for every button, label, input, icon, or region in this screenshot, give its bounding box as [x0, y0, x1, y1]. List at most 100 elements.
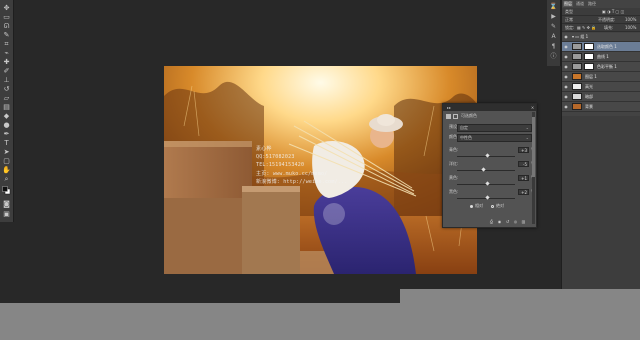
preset-select[interactable]: 自定 ⌄ — [457, 124, 532, 132]
eye-icon[interactable]: ◉ — [563, 82, 569, 91]
trash-icon[interactable]: ▥ — [521, 219, 526, 224]
layer-row[interactable]: ◉ 背景 — [562, 102, 640, 112]
layer-mask-thumb[interactable] — [584, 43, 594, 50]
visibility-icon[interactable]: ◎ — [513, 219, 518, 224]
eraser-tool-icon[interactable]: ▱ — [2, 94, 11, 102]
slider-value-field[interactable]: +1 — [518, 175, 529, 181]
actions-panel-icon[interactable]: ▶ — [549, 13, 558, 21]
crop-tool-icon[interactable]: ⌗ — [2, 40, 11, 48]
kind-filter[interactable]: 类型 — [565, 8, 573, 15]
layer-name: 图层 1 — [585, 74, 597, 79]
marquee-tool-icon[interactable]: ▭ — [2, 13, 11, 21]
clip-to-layer-icon[interactable]: ⎙ — [489, 219, 494, 224]
lock-bar: 锁定: ▦ ✎ ✥ 🔒 填充: 100% — [562, 24, 640, 32]
slider-handle[interactable] — [481, 167, 486, 172]
blend-mode-select[interactable]: 正常 — [565, 16, 573, 23]
eyedropper-tool-icon[interactable]: ⌁ — [2, 49, 11, 57]
layer-row[interactable]: ◉ 图层 1 — [562, 72, 640, 82]
close-icon[interactable]: × — [530, 105, 535, 110]
character-panel-icon[interactable]: A — [549, 33, 558, 41]
slider-track[interactable] — [457, 167, 515, 172]
tab-layers-0[interactable]: 图层 — [563, 1, 573, 7]
layer-name: 暗部 — [585, 94, 593, 99]
dialog-titlebar[interactable]: ▸▸ × — [443, 104, 536, 111]
panel-dock-empty — [561, 116, 640, 289]
eye-icon[interactable]: ◉ — [563, 62, 569, 71]
gradient-tool-icon[interactable]: ▤ — [2, 103, 11, 111]
layers-filter-bar[interactable]: 类型 ▣ ◑ T ▢ ◫ — [562, 8, 640, 16]
eye-icon[interactable]: ◉ — [563, 33, 569, 42]
brush-panel-icon[interactable]: ✎ — [549, 23, 558, 31]
slider-value-field[interactable]: +3 — [518, 147, 529, 153]
absolute-radio[interactable] — [491, 205, 494, 208]
screen-mode-icon[interactable]: ▣ — [2, 210, 11, 218]
tab-layers-2[interactable]: 路径 — [587, 1, 597, 7]
eye-icon[interactable]: ◉ — [563, 42, 569, 51]
relative-radio[interactable] — [470, 205, 473, 208]
view-previous-icon[interactable]: ◉ — [497, 219, 502, 224]
eye-icon[interactable]: ◉ — [563, 92, 569, 101]
layer-row[interactable]: ◉ 选取颜色 1 — [562, 42, 640, 52]
layer-row[interactable]: ◉ 高光 — [562, 82, 640, 92]
slider-value-field[interactable]: +2 — [518, 189, 529, 195]
dialog-scrollbar[interactable] — [532, 112, 535, 224]
fill-value[interactable]: 100% — [625, 24, 636, 31]
scroll-thumb[interactable] — [532, 117, 535, 177]
reset-icon[interactable]: ↺ — [505, 219, 510, 224]
slider-track[interactable] — [457, 181, 515, 186]
slider-handle[interactable] — [485, 181, 490, 186]
quick-select-tool-icon[interactable]: ✎ — [2, 31, 11, 39]
eye-icon[interactable]: ◉ — [563, 52, 569, 61]
slider-value-field[interactable]: -5 — [518, 161, 529, 167]
layer-group-row[interactable]: ◉ ▾ ▭ 组 1 — [562, 33, 640, 42]
brush-tool-icon[interactable]: ✐ — [2, 67, 11, 75]
colors-select[interactable]: 中性色 ⌄ — [457, 134, 532, 142]
adjustment-icon — [446, 114, 451, 119]
paragraph-panel-icon[interactable]: ¶ — [549, 43, 558, 51]
quick-mask-icon[interactable]: ◙ — [2, 200, 11, 208]
slider-handle[interactable] — [485, 195, 490, 200]
eye-icon[interactable]: ◉ — [563, 102, 569, 111]
eye-icon[interactable]: ◉ — [563, 72, 569, 81]
document-canvas[interactable]: 素心桦 QQ:517082023 TEL:15194153420 主页: www… — [164, 66, 477, 274]
layer-row[interactable]: ◉ 色彩平衡 1 — [562, 62, 640, 72]
slider-handle[interactable] — [485, 153, 490, 158]
lasso-tool-icon[interactable]: ᘏ — [2, 22, 11, 30]
slider-track[interactable] — [457, 153, 515, 158]
filter-icons[interactable]: ▣ ◑ T ▢ ◫ — [602, 8, 624, 15]
tab-layers-1[interactable]: 通道 — [575, 1, 585, 7]
blur-tool-icon[interactable]: ◆ — [2, 112, 11, 120]
adjustment-thumb-icon — [572, 63, 582, 70]
slider-label: 黄色: — [449, 175, 459, 180]
layer-mask-thumb[interactable] — [584, 63, 594, 70]
opacity-value[interactable]: 100% — [625, 16, 636, 23]
path-select-tool-icon[interactable]: ➤ — [2, 148, 11, 156]
slider-track[interactable] — [457, 195, 515, 200]
dialog-title: 可选颜色 — [461, 113, 477, 118]
move-tool-icon[interactable]: ✥ — [2, 4, 11, 12]
taskbar-area — [400, 289, 640, 303]
type-tool-icon[interactable]: T — [2, 139, 11, 147]
clone-stamp-tool-icon[interactable]: ⊥ — [2, 76, 11, 84]
layer-mask-thumb[interactable] — [584, 53, 594, 60]
dialog-titlebar-label: ▸▸ — [447, 105, 452, 110]
color-swatches-icon[interactable] — [2, 185, 11, 194]
info-panel-icon[interactable]: ⓘ — [549, 53, 558, 61]
mask-icon[interactable] — [453, 114, 458, 119]
layer-name: 选取颜色 1 — [597, 44, 617, 49]
watermark-line-5: 新浪微博: http://weibo.com/... — [256, 179, 348, 185]
watermark-line-1: 素心桦 — [256, 146, 272, 152]
watermark-line-4: 主页: www.muko.cc/memo/ — [256, 171, 328, 177]
healing-brush-tool-icon[interactable]: ✚ — [2, 58, 11, 66]
layer-row[interactable]: ◉ 暗部 — [562, 92, 640, 102]
layer-row[interactable]: ◉ 曲线 1 — [562, 52, 640, 62]
pen-tool-icon[interactable]: ✒ — [2, 130, 11, 138]
history-panel-icon[interactable]: ⌛ — [549, 3, 558, 11]
zoom-tool-icon[interactable]: ⌕ — [2, 175, 11, 183]
history-brush-tool-icon[interactable]: ↺ — [2, 85, 11, 93]
lock-icons[interactable]: ▦ ✎ ✥ 🔒 — [577, 24, 596, 31]
hand-tool-icon[interactable]: ✋ — [2, 166, 11, 174]
fill-label: 填充: — [604, 25, 614, 30]
shape-tool-icon[interactable]: ▢ — [2, 157, 11, 165]
dodge-tool-icon[interactable]: ● — [2, 121, 11, 129]
